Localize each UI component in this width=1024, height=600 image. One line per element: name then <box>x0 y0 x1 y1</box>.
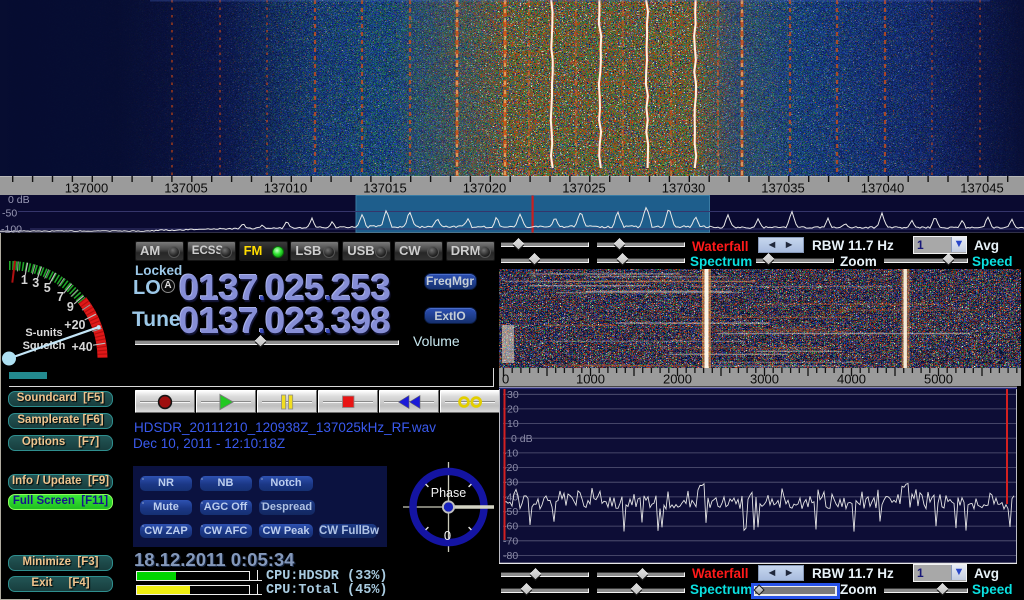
svg-text:3000: 3000 <box>750 372 779 387</box>
svg-text:137020: 137020 <box>463 181 506 196</box>
svg-text:137015: 137015 <box>363 181 406 196</box>
svg-text:-50: -50 <box>2 208 17 220</box>
svg-text:Phase: Phase <box>431 486 466 500</box>
svg-text:-100: -100 <box>1 224 22 234</box>
svg-text:4000: 4000 <box>837 372 866 387</box>
svg-text:10: 10 <box>507 418 519 430</box>
svg-text:0 dB: 0 dB <box>8 195 30 206</box>
svg-text:5000: 5000 <box>924 372 953 387</box>
svg-text:137045: 137045 <box>960 181 1003 196</box>
svg-text:137030: 137030 <box>662 181 705 196</box>
svg-text:S-units: S-units <box>25 327 62 339</box>
svg-text:9: 9 <box>67 300 74 314</box>
svg-text:5: 5 <box>44 281 51 295</box>
svg-text:+20: +20 <box>64 318 85 332</box>
svg-text:20: 20 <box>507 403 519 415</box>
svg-text:0: 0 <box>502 372 509 387</box>
svg-text:0 dB: 0 dB <box>511 433 533 445</box>
svg-text:137005: 137005 <box>164 181 207 196</box>
svg-text:137025: 137025 <box>562 181 605 196</box>
svg-text:1: 1 <box>21 273 28 287</box>
svg-text:0: 0 <box>444 528 451 543</box>
svg-text:2000: 2000 <box>663 372 692 387</box>
svg-text:3: 3 <box>32 276 39 290</box>
svg-text:137000: 137000 <box>65 181 108 196</box>
svg-text:-80: -80 <box>503 550 518 562</box>
svg-text:137040: 137040 <box>861 181 904 196</box>
svg-text:7: 7 <box>57 290 64 304</box>
svg-text:137010: 137010 <box>264 181 307 196</box>
svg-text:+40: +40 <box>71 340 92 354</box>
svg-text:137035: 137035 <box>761 181 804 196</box>
svg-text:1000: 1000 <box>576 372 605 387</box>
svg-text:30: 30 <box>507 389 519 401</box>
